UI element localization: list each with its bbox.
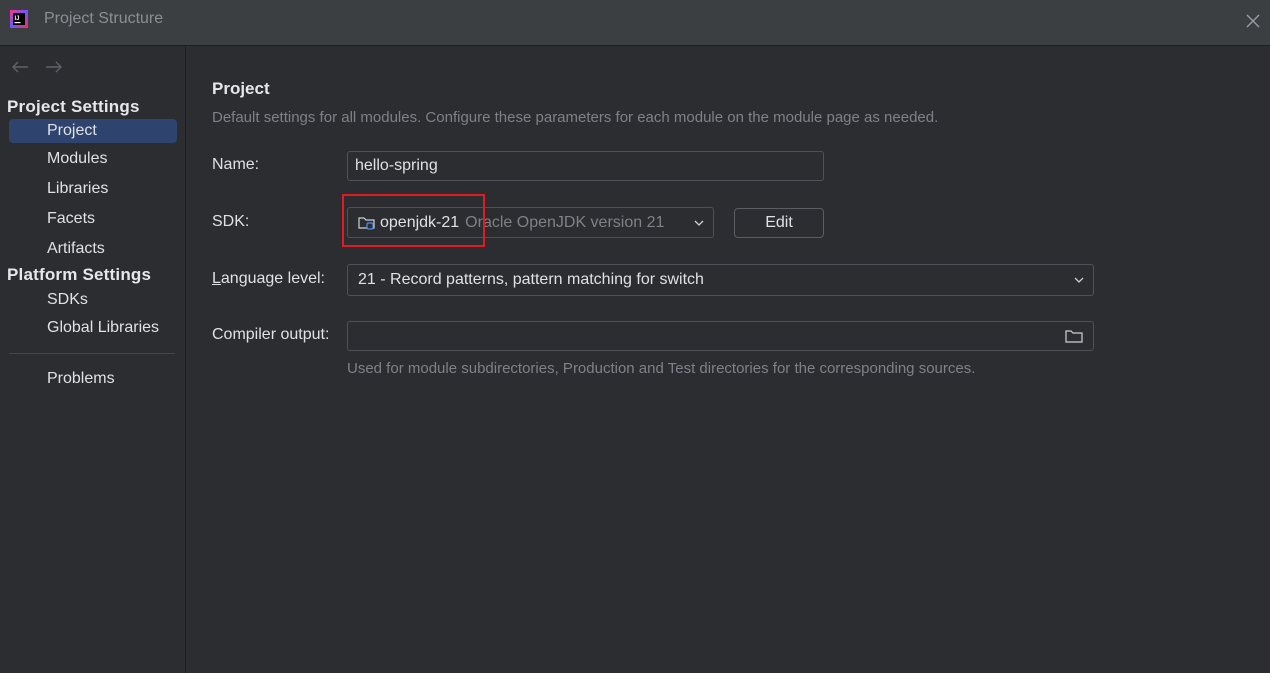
forward-button[interactable] xyxy=(44,59,64,75)
language-level-label: Language level: xyxy=(212,270,325,288)
back-arrow-icon xyxy=(12,61,28,73)
back-button[interactable] xyxy=(10,59,30,75)
sdk-detail: Oracle OpenJDK version 21 xyxy=(465,213,665,231)
sdk-label: SDK: xyxy=(212,213,250,230)
sidebar-item-libraries[interactable]: Libraries xyxy=(9,177,177,201)
page-description: Default settings for all modules. Config… xyxy=(212,109,939,126)
sidebar-item-problems[interactable]: Problems xyxy=(9,367,177,391)
close-button[interactable] xyxy=(1243,11,1263,31)
window-title: Project Structure xyxy=(44,10,164,27)
main-panel: Project Default settings for all modules… xyxy=(187,46,1270,673)
sidebar-item-artifacts[interactable]: Artifacts xyxy=(9,237,177,261)
language-level-value: 21 - Record patterns, pattern matching f… xyxy=(358,271,704,288)
sidebar-item-facets[interactable]: Facets xyxy=(9,207,177,231)
title-bar: IJ Project Structure xyxy=(0,0,1270,46)
nav-arrows xyxy=(10,59,64,75)
name-field[interactable]: hello-spring xyxy=(347,151,824,181)
compiler-output-field[interactable] xyxy=(347,321,1094,351)
folder-icon[interactable] xyxy=(1065,328,1083,344)
sidebar: Project Settings Project Modules Librari… xyxy=(0,46,186,673)
svg-text:IJ: IJ xyxy=(15,16,20,22)
chevron-down-icon xyxy=(1074,277,1084,283)
sidebar-divider xyxy=(9,353,175,354)
name-label: Name: xyxy=(212,156,260,173)
project-settings-heading: Project Settings xyxy=(7,97,140,116)
sidebar-item-modules[interactable]: Modules xyxy=(9,147,177,171)
language-level-label-text: anguage level: xyxy=(220,270,325,287)
sidebar-item-sdks[interactable]: SDKs xyxy=(9,288,177,312)
app-logo-icon: IJ xyxy=(10,10,28,28)
platform-settings-heading: Platform Settings xyxy=(7,265,152,284)
forward-arrow-icon xyxy=(46,61,62,73)
compiler-output-label: Compiler output: xyxy=(212,326,330,343)
language-level-mnemonic: L xyxy=(212,270,221,287)
sidebar-item-project[interactable]: Project xyxy=(9,119,177,143)
close-icon xyxy=(1246,14,1260,28)
language-level-dropdown[interactable]: 21 - Record patterns, pattern matching f… xyxy=(347,264,1094,296)
highlight-annotation xyxy=(342,194,485,247)
edit-sdk-button[interactable]: Edit xyxy=(734,208,824,238)
sidebar-item-global-libraries[interactable]: Global Libraries xyxy=(9,316,177,340)
page-title: Project xyxy=(212,79,270,98)
name-field-value: hello-spring xyxy=(355,157,438,174)
compiler-output-hint: Used for module subdirectories, Producti… xyxy=(347,360,976,377)
chevron-down-icon xyxy=(694,220,704,226)
